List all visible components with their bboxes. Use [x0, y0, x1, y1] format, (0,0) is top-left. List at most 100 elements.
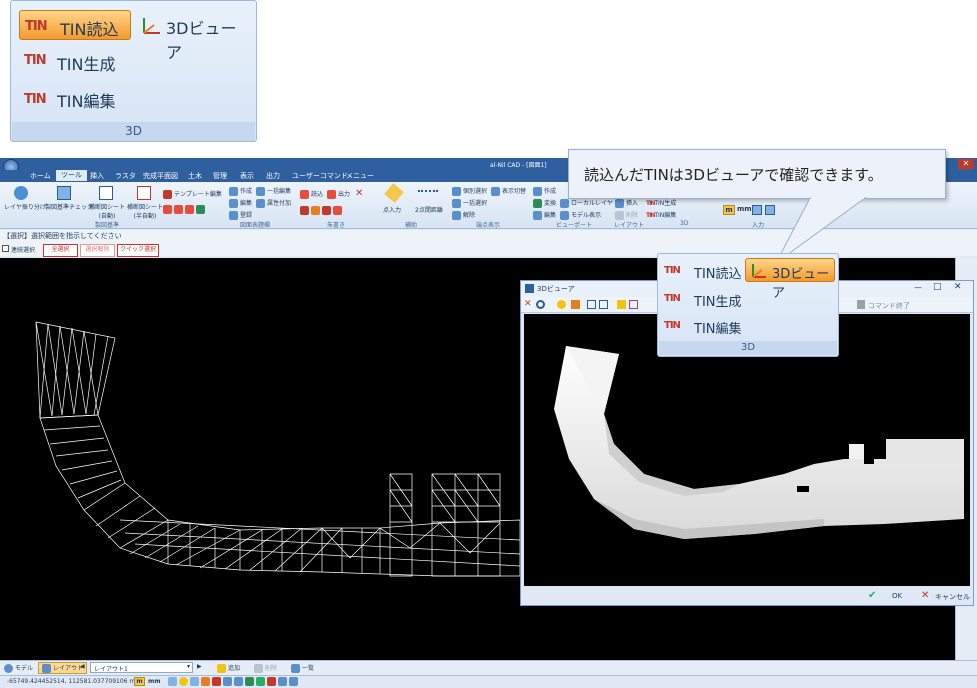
status-view-icon[interactable] — [245, 677, 254, 686]
drawing-check-button[interactable]: 製図基準チェック — [45, 202, 93, 211]
tab-home[interactable]: ホーム — [30, 171, 51, 181]
input-a-icon[interactable] — [752, 205, 762, 215]
status-osnap-icon[interactable] — [234, 677, 243, 686]
attr-add-button[interactable]: 属性付加 — [256, 198, 291, 208]
popup-tin-generate-button[interactable]: TIN TIN生成 — [662, 287, 782, 311]
tab-user-command[interactable]: ユーザーコマンド — [292, 171, 348, 181]
top-tin-generate-button[interactable]: TIN TIN生成 — [19, 47, 159, 77]
viewer-cube-a-icon[interactable] — [587, 300, 596, 309]
redline-delete-icon[interactable]: ✕ — [355, 188, 363, 199]
tab-view[interactable]: 表示 — [240, 171, 254, 181]
input-m-button[interactable]: m — [723, 205, 735, 215]
layout-next-icon[interactable]: ▶ — [197, 663, 202, 670]
status-x-icon[interactable] — [267, 677, 276, 686]
tab-output[interactable]: 出力 — [266, 171, 280, 181]
status-unit-mm[interactable]: mm — [148, 678, 161, 685]
viewer-close-tool-icon[interactable]: ✕ — [524, 300, 533, 309]
popup-3d-viewer-button[interactable]: 3Dビューア — [745, 258, 835, 301]
status-snap-icon[interactable] — [190, 677, 199, 686]
check-a-icon[interactable] — [163, 205, 172, 214]
release-button[interactable]: 解除 — [452, 210, 475, 220]
status-grid-icon[interactable] — [201, 677, 210, 686]
two-point-distance-button[interactable]: 2点間距離 — [415, 205, 443, 214]
vp-local-layer-button[interactable]: ローカルレイヤ — [560, 198, 613, 208]
status-bulb-icon[interactable] — [179, 677, 188, 686]
top-tin-edit-button[interactable]: TIN TIN編集 — [19, 84, 159, 114]
vp-edit-button[interactable]: 編集 — [533, 210, 556, 220]
status-b-icon[interactable] — [289, 677, 298, 686]
indiv-select-button[interactable]: 個別選択 — [452, 186, 487, 196]
viewer-light-icon[interactable] — [617, 300, 626, 309]
tab-civil[interactable]: 土木 — [188, 171, 202, 181]
redline-b-icon[interactable] — [322, 206, 331, 215]
cross-sheet-auto-button[interactable]: 横断図シート (自動) — [89, 202, 125, 220]
status-unit-m[interactable]: m — [134, 677, 145, 686]
check-b-icon[interactable] — [174, 205, 183, 214]
tab-insert[interactable]: 挿入 — [90, 171, 104, 181]
tab-tools[interactable]: ツール — [56, 170, 87, 181]
ribbon-tin-generate-button[interactable]: TINTIN生成 — [646, 198, 676, 207]
continuous-select-checkbox[interactable] — [2, 245, 9, 252]
status-a-icon[interactable] — [278, 677, 287, 686]
input-mm-button[interactable]: mm — [737, 205, 752, 213]
vp-convert-button[interactable]: 変換 — [533, 198, 556, 208]
layout-delete-button[interactable]: 削除 — [615, 210, 638, 220]
check-d-icon[interactable] — [196, 205, 205, 214]
viewer-cube-b-icon[interactable] — [599, 300, 608, 309]
layer-split-button[interactable]: レイヤ振り分け — [4, 202, 46, 211]
viewer-cancel-button[interactable]: ✕ キャンセル — [919, 590, 973, 603]
viewer-ok-button[interactable]: ✔ OK — [866, 590, 908, 603]
redline-output-button[interactable]: 出力 — [327, 189, 350, 199]
point-input-button[interactable]: 点入力 — [383, 205, 401, 214]
viewer-maximize-icon[interactable]: □ — [933, 282, 942, 292]
viewer-shade-icon[interactable] — [571, 300, 580, 309]
layout-select[interactable]: レイアウト1 ▾ — [90, 662, 193, 673]
tab-manage[interactable]: 管理 — [213, 171, 227, 181]
vp-create-button[interactable]: 作成 — [533, 186, 556, 196]
axis-icon — [143, 18, 160, 34]
layout-insert-button[interactable]: 挿入 — [615, 198, 638, 208]
status-layer-icon[interactable] — [223, 677, 232, 686]
template-edit-button[interactable]: テンプレート編集 — [163, 189, 222, 199]
viewer-end-command-button[interactable]: コマンド終了 — [868, 301, 910, 311]
vp-model-display-button[interactable]: モデル表示 — [560, 210, 601, 220]
model-tab[interactable]: モデル — [4, 663, 33, 673]
viewer-settings-icon[interactable] — [557, 300, 566, 309]
status-check-icon[interactable] — [256, 677, 265, 686]
tab-menu[interactable]: メニュー — [346, 171, 374, 181]
group-drawing-standard: 製図基準 — [95, 222, 120, 229]
bulk-select-button[interactable]: 一括選択 — [452, 198, 487, 208]
bulk-edit-button[interactable]: 一括編集 — [256, 186, 291, 196]
viewer-cube-c-icon[interactable] — [629, 300, 638, 309]
redline-a-icon[interactable] — [300, 206, 309, 215]
status-zoom-icon[interactable] — [168, 677, 177, 686]
select-release-button[interactable]: 選択解除 — [80, 244, 115, 257]
check-c-icon[interactable] — [185, 205, 194, 214]
layout-delete-button[interactable]: 削除 — [254, 663, 277, 673]
top-tin-read-button[interactable]: TIN TIN読込 — [19, 10, 131, 40]
redline-c-icon[interactable] — [333, 206, 342, 215]
viewer-zoom-icon[interactable] — [536, 300, 545, 309]
titleblock-create-button[interactable]: 作成 — [229, 186, 252, 196]
ribbon-tin-edit-button[interactable]: TINTIN編集 — [646, 210, 676, 219]
register-button[interactable]: 登録 — [229, 210, 252, 220]
titleblock-edit-button[interactable]: 編集 — [229, 198, 252, 208]
quick-select-button[interactable]: クイック選択 — [117, 244, 159, 257]
status-ortho-icon[interactable] — [212, 677, 221, 686]
display-switch-button[interactable]: 表示切替 — [491, 186, 526, 196]
viewer-minimize-icon[interactable]: — — [914, 283, 922, 292]
redline-wave-icon[interactable] — [311, 206, 320, 215]
viewer-close-icon[interactable]: ✕ — [954, 282, 962, 292]
close-window-icon[interactable]: ✕ — [958, 159, 974, 169]
tab-plan[interactable]: 完成平面図 — [143, 171, 178, 181]
redline-read-button[interactable]: 読込 — [300, 189, 323, 199]
select-all-button[interactable]: 全選択 — [43, 244, 78, 257]
top-3d-viewer-button[interactable]: 3Dビューア — [136, 10, 251, 62]
layout-add-button[interactable]: 追加 — [217, 663, 240, 673]
cross-sheet-half-button[interactable]: 横断図シート (半自動) — [127, 202, 163, 220]
layout-prev-icon[interactable]: ◀ — [80, 663, 85, 670]
popup-tin-edit-button[interactable]: TIN TIN編集 — [662, 314, 782, 338]
popup-tin-read-button[interactable]: TIN TIN読込 — [662, 259, 744, 283]
layout-list-button[interactable]: 一覧 — [291, 663, 314, 673]
tab-raster[interactable]: ラスタ — [115, 171, 136, 181]
